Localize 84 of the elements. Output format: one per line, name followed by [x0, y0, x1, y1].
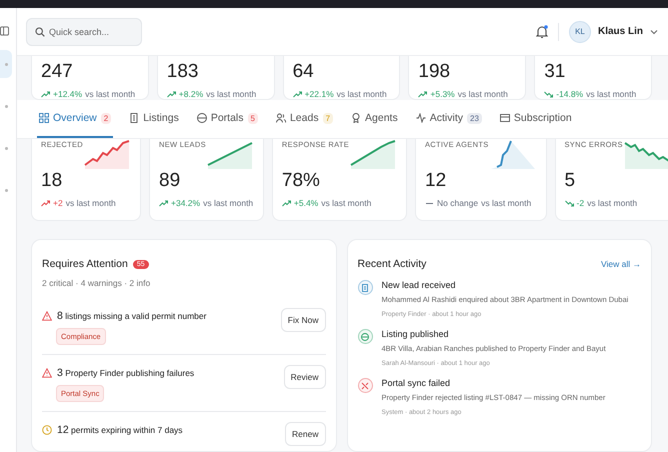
change-value: +5.3% [430, 89, 455, 99]
change-caption: vs last month [336, 89, 387, 99]
globe-icon [358, 329, 372, 344]
award-icon [351, 113, 362, 123]
count-badge: 23 [467, 112, 482, 124]
grid-icon [39, 113, 49, 123]
sidebar-toggle-icon[interactable] [0, 26, 9, 36]
building-icon [358, 280, 372, 295]
trend-down-icon [564, 200, 574, 206]
activity-title: Portal sync failed [382, 378, 452, 388]
sparkline-drawing [349, 139, 397, 169]
attention-text: 3 Property Finder publishing failures [57, 367, 194, 379]
trend-up-icon [159, 200, 168, 206]
change-value: +8.2% [178, 89, 204, 99]
card-icon [500, 113, 510, 123]
tab[interactable]: Activity 23 [414, 100, 484, 138]
action-button[interactable]: Renew [285, 422, 326, 446]
change-value: +5.4% [294, 198, 318, 208]
trend-down-icon [544, 90, 554, 98]
user-avatar[interactable]: KL [568, 20, 591, 42]
user-name[interactable]: Klaus Lin [598, 26, 643, 37]
stat-value: 18 [41, 170, 64, 192]
panel-title: Requires Attention [42, 258, 128, 270]
tab[interactable]: Subscription [498, 100, 574, 138]
chevron-down-icon[interactable] [650, 28, 658, 34]
globe-icon [196, 113, 207, 123]
stat-value: 31 [544, 61, 566, 83]
attention-summary: 2 critical · 4 warnings · 2 info [42, 278, 152, 288]
change-caption: vs last month [206, 89, 256, 99]
trend-up-icon [41, 90, 50, 98]
change-caption: vs last month [587, 198, 638, 208]
stat-value: 78% [282, 170, 321, 192]
action-button[interactable]: Fix Now [280, 308, 326, 332]
change-value: +34.2% [171, 198, 200, 208]
stat-value: 183 [166, 61, 200, 83]
tab[interactable]: Listings [127, 100, 181, 138]
trend-up-icon [282, 200, 291, 206]
stat-value: 198 [418, 61, 452, 83]
trend-up-icon [418, 90, 428, 98]
change-caption: vs last month [66, 198, 116, 208]
sparkline-drawing [83, 139, 131, 169]
stat-value: 89 [159, 170, 182, 192]
change-value: -2 [576, 198, 584, 208]
panel-title: Recent Activity [358, 258, 426, 270]
clock-icon [42, 425, 52, 435]
trend-up-icon [41, 200, 50, 206]
sidebar-item[interactable] [0, 50, 12, 78]
count-badge: 2 [100, 112, 112, 124]
change-caption: vs last month [586, 89, 636, 99]
action-button[interactable]: Review [284, 365, 326, 389]
building-icon [129, 113, 140, 123]
warning-icon [42, 311, 52, 321]
trend-up-icon [292, 90, 302, 98]
change-value: -14.8% [556, 89, 584, 99]
tab[interactable]: Portals 5 [194, 100, 260, 138]
tab[interactable]: Agents [349, 100, 400, 138]
change-value: +22.1% [304, 89, 334, 99]
count-badge: 5 [248, 112, 258, 124]
pulse-icon [416, 113, 426, 123]
search-field[interactable]: Quick search... [26, 18, 142, 46]
change-value: +12.4% [53, 89, 82, 99]
stat-value: 12 [425, 170, 448, 192]
view-all-link[interactable]: View all → [601, 259, 641, 269]
change-caption: vs last month [458, 89, 508, 99]
tab[interactable]: Leads 7 [274, 100, 336, 138]
stat-value: 64 [292, 61, 315, 83]
stat-value: 247 [41, 61, 74, 83]
change-value: +2 [53, 198, 63, 208]
change-value: No change [437, 198, 478, 208]
users-icon [276, 113, 286, 123]
change-caption: vs last month [203, 198, 254, 208]
count-badge: 7 [322, 112, 334, 124]
search-icon [35, 26, 45, 36]
notification-bell-icon[interactable] [536, 24, 548, 38]
attention-text: 8 listings missing a valid permit number [57, 310, 206, 322]
change-caption: vs last month [85, 89, 136, 99]
activity-title: Listing published [382, 329, 450, 339]
change-caption: vs last month [481, 198, 532, 208]
warning-icon [42, 368, 52, 378]
attention-text: 12 permits expiring within 7 days [57, 424, 183, 436]
stat-value: 5 [564, 170, 576, 192]
change-caption: vs last month [321, 198, 372, 208]
activity-title: New lead received [382, 280, 457, 290]
trend-up-icon [166, 90, 176, 98]
